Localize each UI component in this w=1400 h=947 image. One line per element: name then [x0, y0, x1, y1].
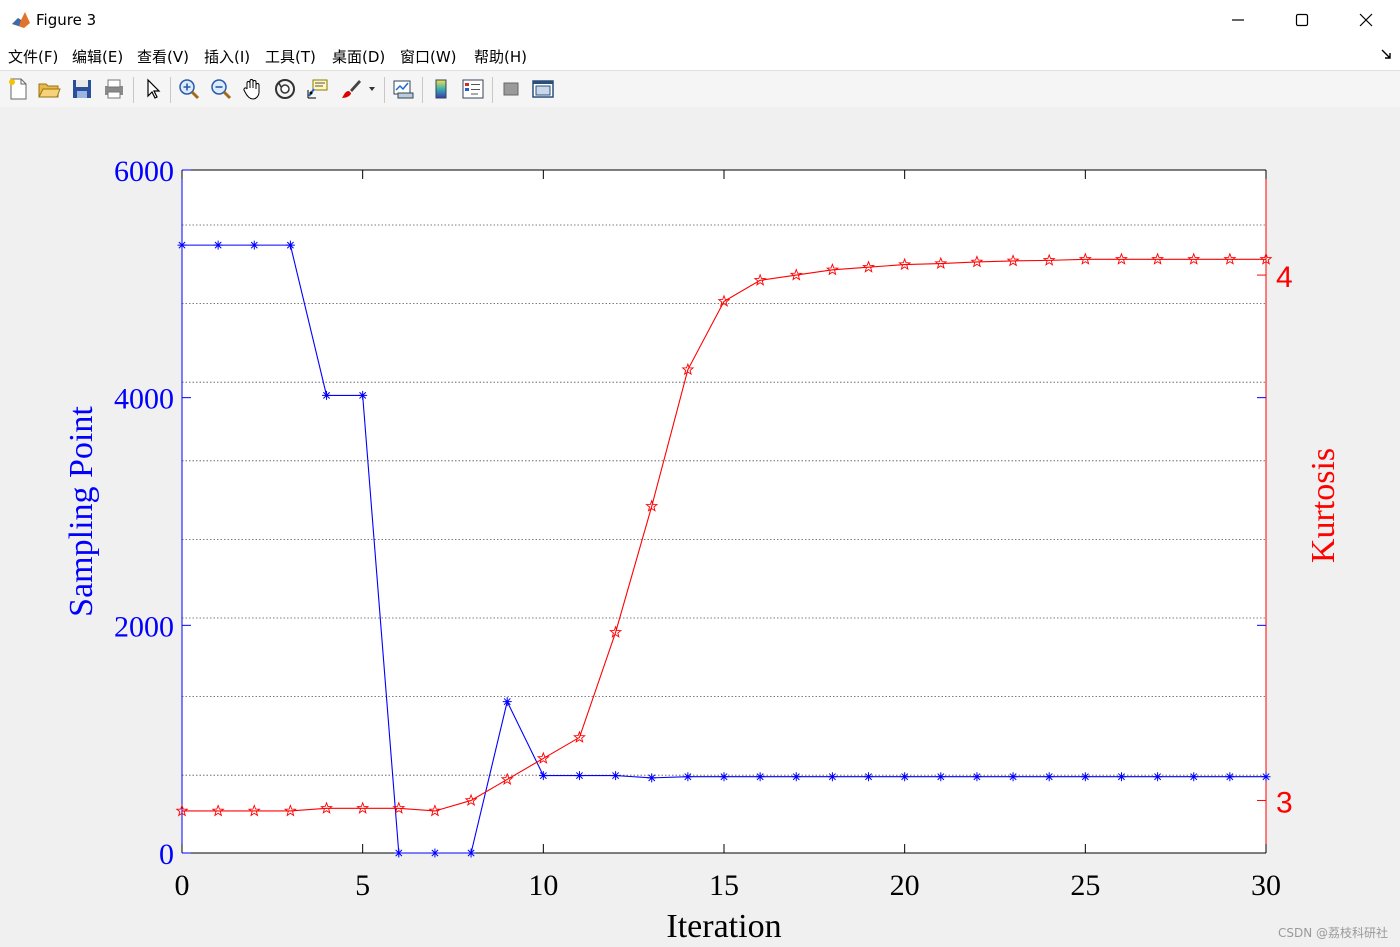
- close-icon: [1359, 13, 1373, 27]
- pointer-icon[interactable]: [141, 77, 165, 101]
- new-figure-icon[interactable]: [6, 77, 30, 101]
- x-tick-label: 0: [175, 869, 190, 902]
- chart-svg[interactable]: 0 5 10 15 20 25 30 0 2000 4000 6000 3 4 Sampling Poin…: [0, 107, 1400, 947]
- data-point-left: [322, 390, 332, 400]
- data-point-left: [285, 240, 295, 250]
- x-axis-label: Iteration: [666, 908, 781, 945]
- data-point-left: [394, 848, 404, 858]
- link-plot-icon[interactable]: [391, 77, 415, 101]
- y-left-tick-label: 4000: [114, 383, 174, 416]
- menu-desktop[interactable]: 桌面(D): [332, 46, 385, 67]
- minimize-icon: [1232, 19, 1244, 21]
- colorbar-icon[interactable]: [429, 77, 453, 101]
- y-axis-right-label: Kurtosis: [1305, 448, 1342, 563]
- plot-area: [182, 170, 1266, 853]
- figure-canvas: 0 5 10 15 20 25 30 0 2000 4000 6000 3 4 Sampling Poin…: [0, 107, 1400, 947]
- y-left-tick-label: 6000: [114, 155, 174, 188]
- zoom-out-icon[interactable]: [209, 77, 233, 101]
- menu-help[interactable]: 帮助(H): [474, 46, 527, 67]
- menu-edit[interactable]: 编辑(E): [72, 46, 123, 67]
- dock-arrow-icon[interactable]: [1380, 48, 1392, 60]
- data-point-left: [647, 773, 657, 783]
- print-icon[interactable]: [102, 77, 126, 101]
- show-plot-tools-icon[interactable]: [531, 77, 555, 101]
- open-file-icon[interactable]: [37, 77, 61, 101]
- x-tick-label: 10: [528, 869, 558, 902]
- data-point-left: [249, 240, 259, 250]
- y-left-tick-label: 2000: [114, 610, 174, 643]
- toolbar-separator: [133, 77, 134, 103]
- maximize-icon: [1295, 13, 1309, 27]
- brush-icon[interactable]: [339, 77, 363, 101]
- y-left-tick-label: 0: [159, 838, 174, 871]
- menu-tools[interactable]: 工具(T): [265, 46, 316, 67]
- menu-insert[interactable]: 插入(I): [204, 46, 250, 67]
- menu-view[interactable]: 查看(V): [137, 46, 189, 67]
- brush-dropdown-icon[interactable]: [366, 77, 378, 101]
- save-icon[interactable]: [70, 77, 94, 101]
- y-axis-left-label: Sampling Point: [63, 406, 100, 617]
- watermark-text: CSDN @荔枝科研社: [1277, 926, 1388, 940]
- data-point-left: [430, 848, 440, 858]
- hide-plot-tools-icon[interactable]: [499, 77, 523, 101]
- data-point-left: [177, 240, 187, 250]
- y-right-tick-label: 3: [1276, 786, 1293, 819]
- figure-toolbar: [0, 70, 1400, 108]
- window-titlebar: Figure 3: [0, 0, 1400, 41]
- data-point-left: [358, 390, 368, 400]
- rotate-3d-icon[interactable]: [273, 77, 297, 101]
- pan-hand-icon[interactable]: [241, 77, 265, 101]
- minimize-button[interactable]: [1206, 0, 1270, 40]
- data-point-left: [213, 240, 223, 250]
- toolbar-separator: [422, 77, 423, 103]
- close-button[interactable]: [1334, 0, 1398, 40]
- legend-icon[interactable]: [461, 77, 485, 101]
- toolbar-separator: [384, 77, 385, 103]
- menu-bar: 文件(F) 编辑(E) 查看(V) 插入(I) 工具(T) 桌面(D) 窗口(W…: [0, 40, 1400, 70]
- zoom-in-icon[interactable]: [177, 77, 201, 101]
- x-tick-label: 20: [890, 869, 920, 902]
- menu-file[interactable]: 文件(F): [8, 46, 58, 67]
- menu-window[interactable]: 窗口(W): [400, 46, 457, 67]
- matlab-logo-icon: [11, 10, 31, 30]
- data-cursor-icon[interactable]: [305, 77, 329, 101]
- window-title: Figure 3: [36, 11, 97, 29]
- x-tick-label: 15: [709, 869, 739, 902]
- data-point-left: [466, 848, 476, 858]
- x-tick-label: 5: [355, 869, 370, 902]
- toolbar-separator: [492, 77, 493, 103]
- x-tick-label: 25: [1070, 869, 1100, 902]
- y-right-tick-label: 4: [1276, 261, 1293, 294]
- toolbar-separator: [170, 77, 171, 103]
- x-tick-label: 30: [1251, 869, 1281, 902]
- maximize-button[interactable]: [1270, 0, 1334, 40]
